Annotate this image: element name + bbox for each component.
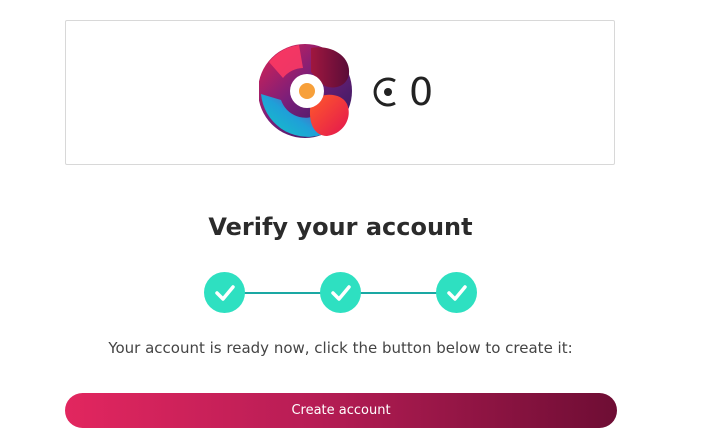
step-connector — [242, 292, 322, 294]
step-connector — [360, 292, 440, 294]
check-icon — [446, 284, 467, 301]
balance-display: 0 — [373, 67, 434, 117]
brand-c-logo-icon — [259, 44, 352, 138]
coin-c-icon — [373, 77, 396, 107]
check-icon — [214, 284, 235, 301]
page-title: Verify your account — [208, 213, 473, 241]
progress-steps — [204, 272, 478, 314]
step-3-complete — [436, 272, 477, 313]
check-icon — [330, 284, 351, 301]
verify-account-page: 0 Verify your account Your account is re… — [0, 0, 716, 442]
step-1-complete — [204, 272, 245, 313]
balance-value: 0 — [409, 70, 435, 114]
ready-message: Your account is ready now, click the but… — [108, 339, 573, 357]
step-2-complete — [320, 272, 361, 313]
logo-card: 0 — [65, 20, 615, 165]
create-account-button[interactable]: Create account — [65, 393, 617, 428]
